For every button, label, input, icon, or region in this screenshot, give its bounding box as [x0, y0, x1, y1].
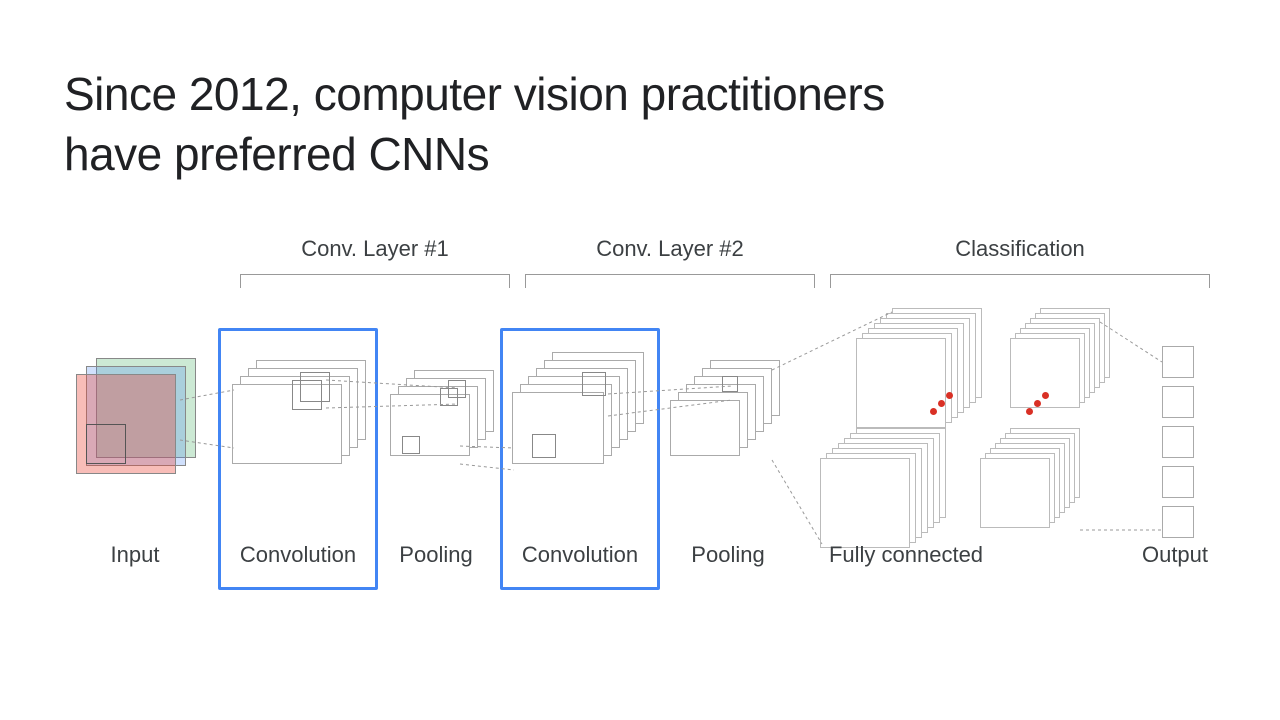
stage-label-conv2: Convolution	[500, 542, 660, 568]
title-line-1: Since 2012, computer vision practitioner…	[64, 68, 885, 120]
title-line-2: have preferred CNNs	[64, 128, 489, 180]
projection-lines	[60, 230, 1220, 630]
stage-label-pool2: Pooling	[668, 542, 788, 568]
cnn-diagram: Conv. Layer #1 Conv. Layer #2 Classifica…	[60, 230, 1220, 630]
stage-label-input: Input	[80, 542, 190, 568]
stage-label-conv1: Convolution	[218, 542, 378, 568]
stage-label-pool1: Pooling	[386, 542, 486, 568]
stage-label-fc: Fully connected	[816, 542, 996, 568]
stage-label-output: Output	[1110, 542, 1240, 568]
slide-title: Since 2012, computer vision practitioner…	[64, 64, 885, 184]
